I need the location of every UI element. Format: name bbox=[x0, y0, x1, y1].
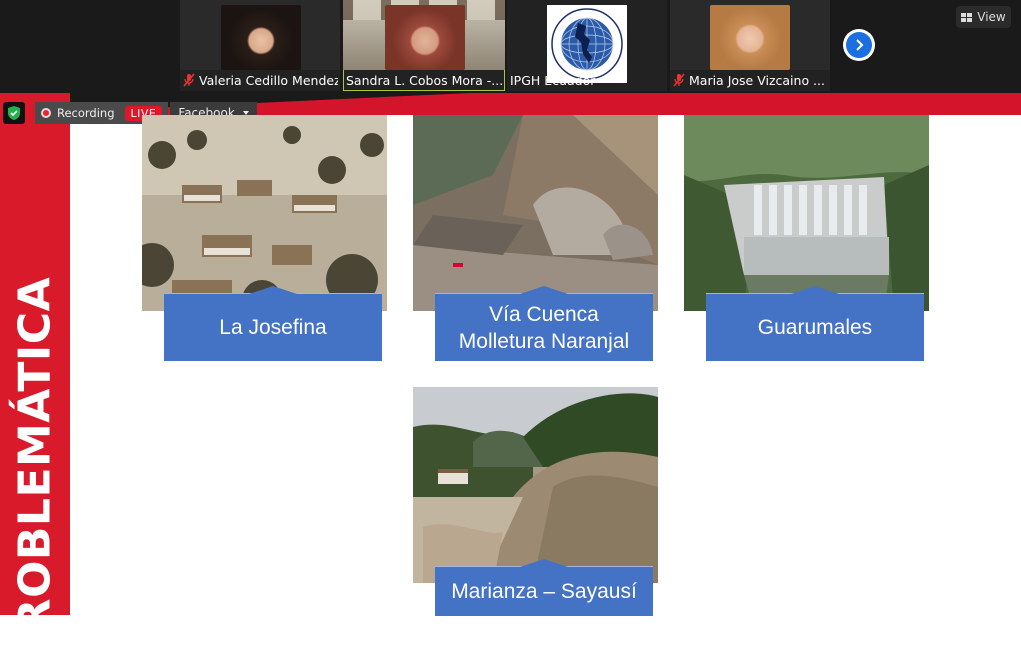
participant-tile-active-speaker[interactable]: Sandra L. Cobos Mora -... bbox=[343, 0, 505, 91]
slide-title: PROBLEMÁTICA bbox=[9, 276, 61, 665]
view-label: View bbox=[977, 10, 1006, 24]
muted-mic-icon bbox=[673, 73, 685, 87]
caption-text: Marianza – Sayausí bbox=[451, 580, 637, 603]
caption-text: Guarumales bbox=[757, 316, 873, 339]
participant-face bbox=[221, 5, 301, 70]
next-participants-button[interactable] bbox=[843, 29, 875, 61]
record-dot-icon bbox=[41, 108, 51, 118]
chevron-right-icon bbox=[846, 32, 872, 58]
participant-name: Sandra L. Cobos Mora -... bbox=[346, 72, 503, 88]
shield-icon[interactable] bbox=[3, 102, 25, 124]
participant-face bbox=[385, 5, 465, 70]
flood-photo bbox=[142, 115, 387, 311]
participant-tile[interactable]: Maria Jose Vizcaino ... bbox=[670, 0, 830, 91]
participant-video bbox=[343, 0, 505, 70]
caption-text: Vía Cuenca Molletura Naranjal bbox=[458, 302, 630, 353]
caption-text: La Josefina bbox=[219, 316, 327, 339]
participant-name: IPGH Ecuador bbox=[510, 72, 596, 88]
participant-video bbox=[180, 0, 340, 70]
participant-tile[interactable]: Valeria Cedillo Mendez bbox=[180, 0, 340, 91]
caption-box: Marianza – Sayausí bbox=[435, 566, 653, 616]
caption-box: Vía Cuenca Molletura Naranjal bbox=[435, 293, 653, 361]
dam-photo bbox=[684, 115, 929, 311]
participant-name: Valeria Cedillo Mendez bbox=[199, 72, 338, 88]
caption-box: Guarumales bbox=[706, 293, 924, 361]
landslide-village-photo bbox=[413, 387, 658, 583]
participant-video bbox=[507, 0, 667, 83]
grid-view-icon bbox=[961, 12, 973, 22]
caption-box: La Josefina bbox=[164, 293, 382, 361]
participant-strip: Valeria Cedillo Mendez Sandra L. Cobos M… bbox=[0, 0, 1021, 93]
view-button[interactable]: View bbox=[956, 6, 1011, 28]
recording-label: Recording bbox=[57, 106, 115, 120]
slide-sidebar: PROBLEMÁTICA bbox=[0, 93, 70, 665]
participant-name: Maria Jose Vizcaino ... bbox=[689, 72, 825, 88]
participant-video bbox=[670, 0, 830, 70]
participant-tile[interactable]: IPGH Ecuador bbox=[507, 0, 667, 91]
landslide-road-photo bbox=[413, 115, 658, 311]
participant-face bbox=[710, 5, 790, 70]
muted-mic-icon bbox=[183, 73, 195, 87]
